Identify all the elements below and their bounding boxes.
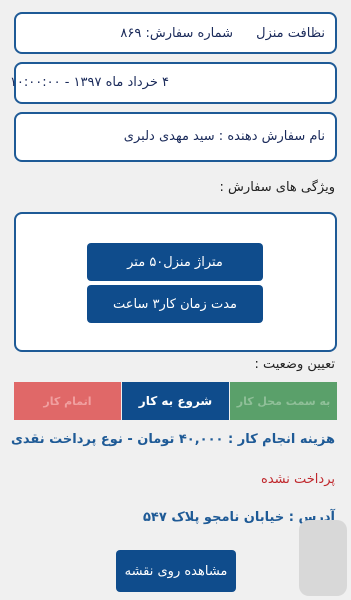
status-title: تعیین وضعیت : bbox=[254, 357, 335, 372]
features-title: ویژگی های سفارش : bbox=[219, 180, 335, 195]
payment-status: پرداخت نشده bbox=[261, 472, 335, 487]
store-watermark-icon bbox=[299, 520, 347, 596]
service-title: نظافت منزل bbox=[256, 26, 325, 41]
start-work-button[interactable]: شروع به کار bbox=[122, 382, 229, 420]
order-number: شماره سفارش: ۸۶۹ bbox=[120, 26, 233, 41]
feature-area-item: متراژ منزل۵۰ متر bbox=[87, 243, 263, 281]
en-route-button[interactable]: به سمت محل کار bbox=[230, 382, 337, 420]
order-date: ۴ خرداد ماه ۱۳۹۷ - ۱۰:۰۰:۰۰ bbox=[9, 75, 169, 90]
features-card: متراژ منزل۵۰ متر مدت زمان کار۳ ساعت bbox=[14, 212, 337, 352]
order-date-card: ۴ خرداد ماه ۱۳۹۷ - ۱۰:۰۰:۰۰ bbox=[10, 62, 337, 104]
feature-duration-item: مدت زمان کار۳ ساعت bbox=[87, 285, 263, 323]
cost-text: هزینه انجام کار : ۴۰,۰۰۰ تومان - نوع پرد… bbox=[10, 432, 335, 447]
customer-card: نام سفارش دهنده : سید مهدی دلبری bbox=[14, 112, 337, 162]
view-on-map-button[interactable]: مشاهده روی نقشه bbox=[116, 550, 236, 592]
finish-work-button[interactable]: اتمام کار bbox=[14, 382, 121, 420]
customer-name: نام سفارش دهنده : سید مهدی دلبری bbox=[123, 129, 325, 144]
order-header-card: نظافت منزل شماره سفارش: ۸۶۹ bbox=[14, 12, 337, 54]
